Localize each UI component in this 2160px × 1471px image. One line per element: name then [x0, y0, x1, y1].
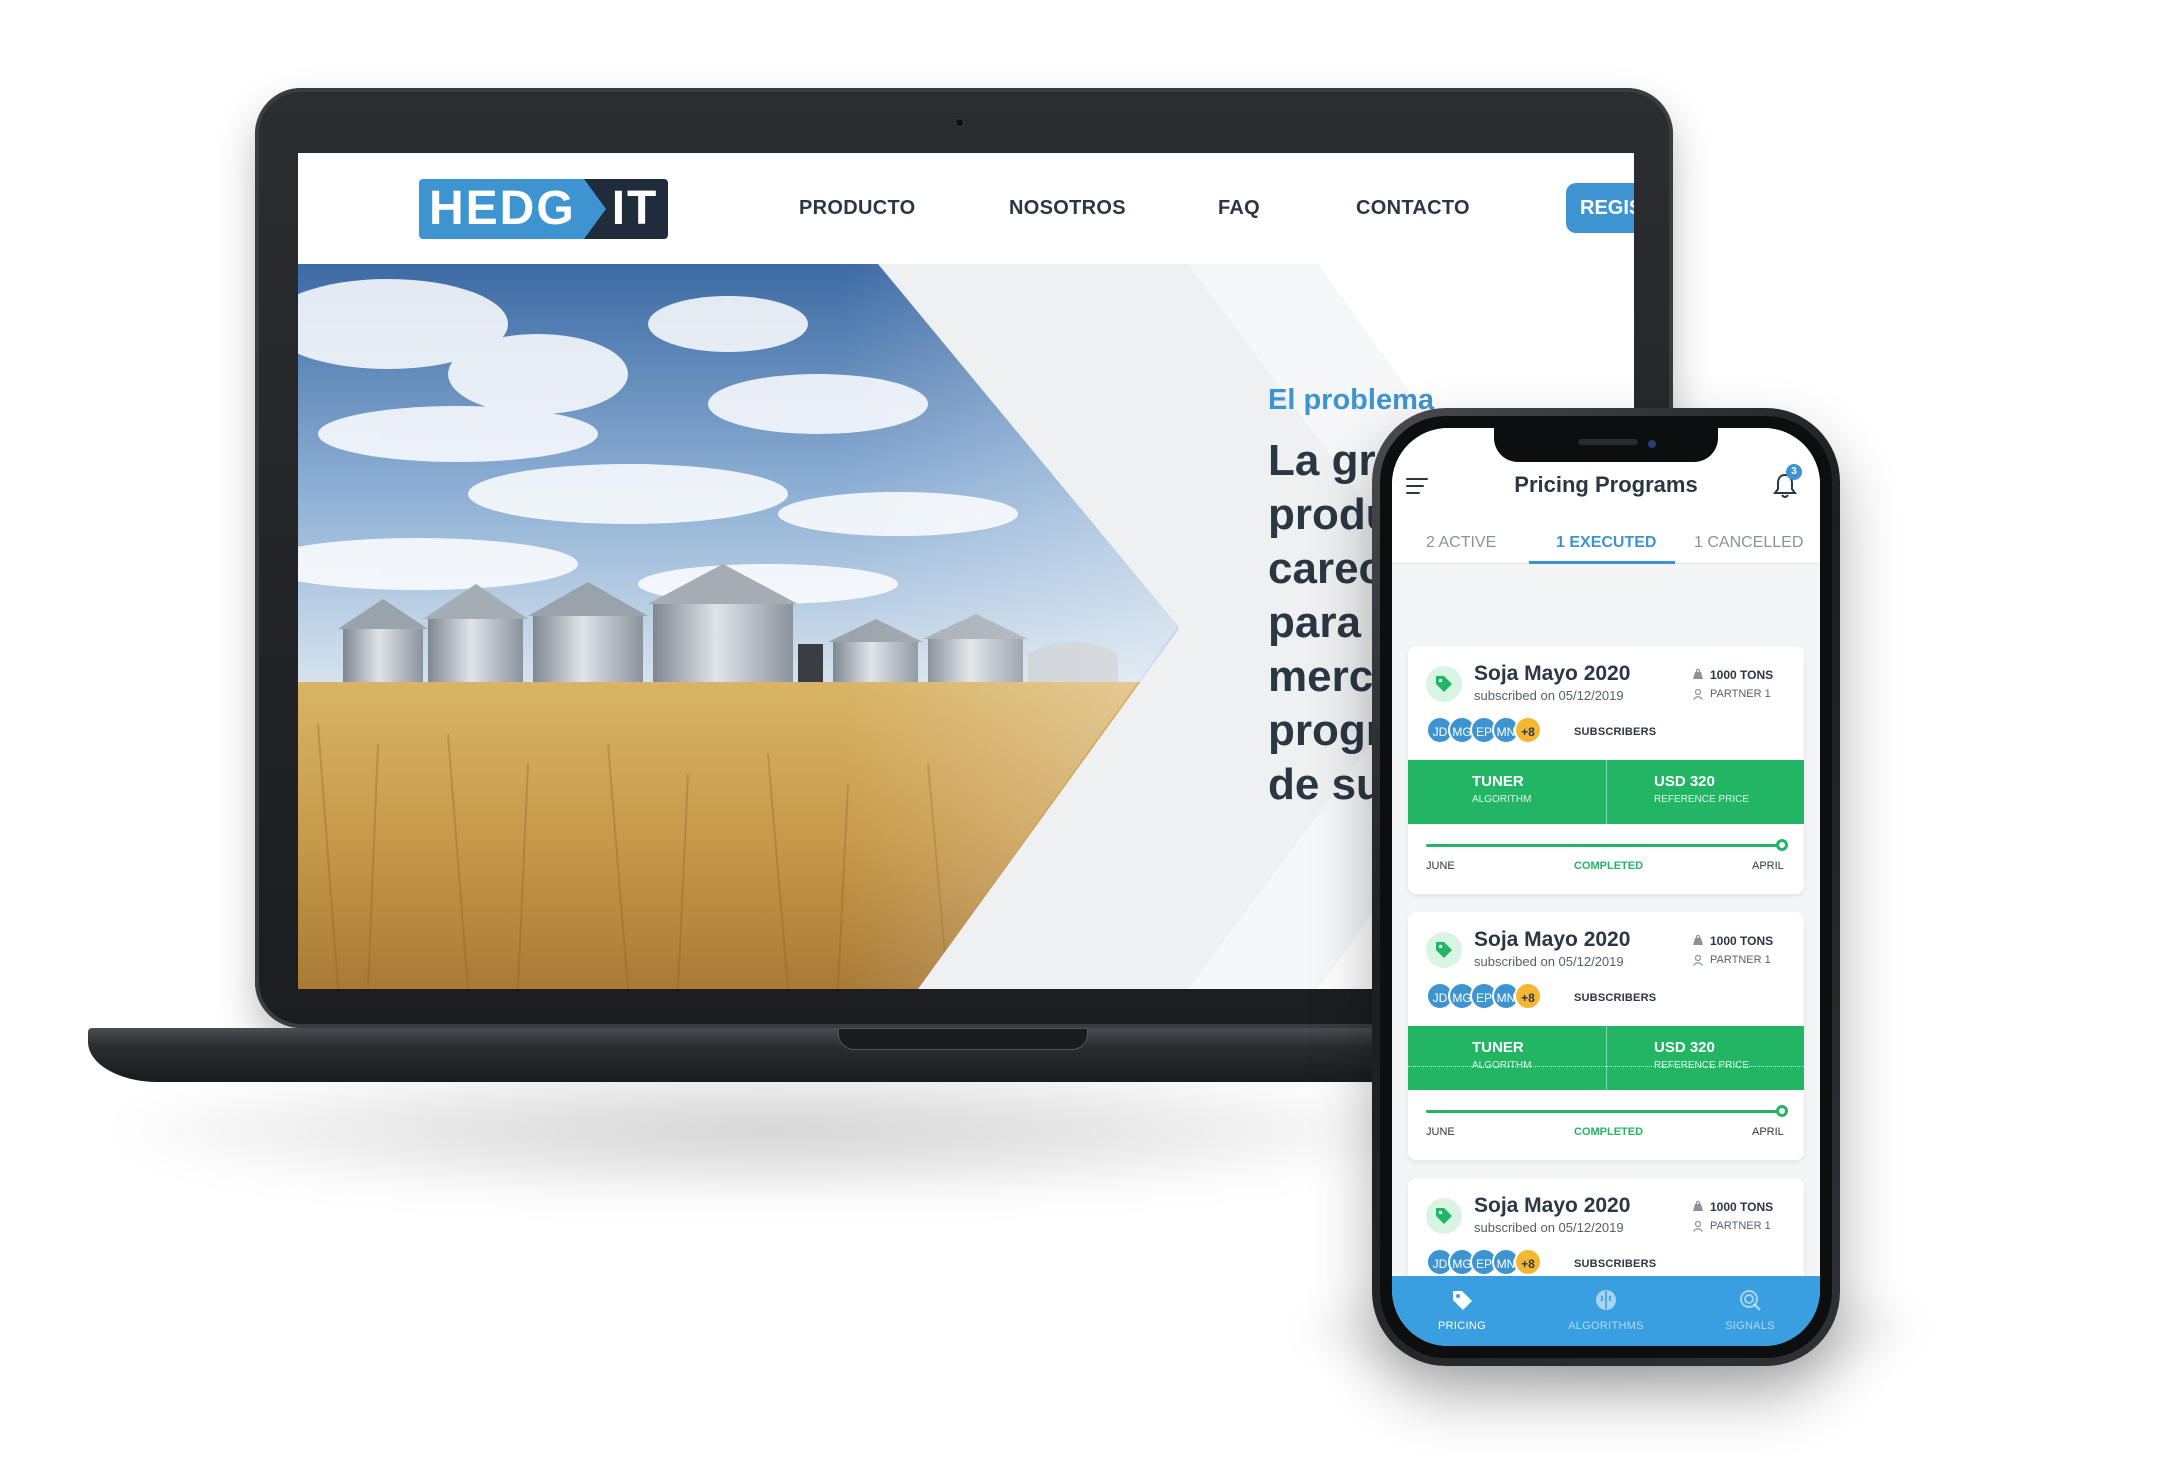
bottom-nav-pricing[interactable]: PRICING: [1392, 1276, 1532, 1346]
program-partner: PARTNER 1: [1710, 954, 1771, 966]
hero-kicker: El problema: [1268, 384, 1434, 416]
tab-underline: [1529, 561, 1675, 564]
laptop-camera: [955, 118, 964, 127]
weight-icon: [1693, 1200, 1703, 1211]
logo-text-left: HEDG: [419, 179, 584, 239]
site-logo[interactable]: HEDG IT: [419, 179, 669, 239]
tag-icon: [1426, 1198, 1462, 1234]
program-subscribed-date: subscribed on 05/12/2019: [1474, 1220, 1624, 1235]
mockup-stage: HEDG IT PRODUCTO NOSOTROS FAQ CONTACTO R…: [0, 0, 2160, 1471]
progress-status-label: COMPLETED: [1574, 1126, 1644, 1138]
program-card[interactable]: Soja Mayo 2020 subscribed on 05/12/2019 …: [1408, 646, 1804, 894]
progress-start-label: JUNE: [1426, 1126, 1455, 1138]
app-title: Pricing Programs: [1514, 472, 1698, 497]
bottom-nav: PRICING ALGORITHMS SIGNALS: [1392, 1276, 1820, 1346]
bottom-nav-label: ALGORITHMS: [1568, 1320, 1644, 1332]
program-tons: 1000 TONS: [1710, 934, 1774, 948]
tag-icon: [1426, 666, 1462, 702]
logo-text-right: IT: [605, 179, 669, 239]
tab-active[interactable]: 2 ACTIVE: [1426, 534, 1496, 552]
subscribers-label: SUBSCRIBERS: [1574, 726, 1657, 738]
more-subscribers-badge: +8: [1514, 1248, 1542, 1276]
reference-price-label: REFERENCE PRICE: [1654, 794, 1750, 805]
reference-price-value: USD 320: [1654, 1039, 1715, 1056]
user-icon: [1693, 954, 1703, 966]
nav-producto[interactable]: PRODUCTO: [799, 197, 915, 220]
laptop-base: [88, 1028, 1568, 1082]
algorithm-value: TUNER: [1472, 773, 1524, 790]
register-button[interactable]: REGIS: [1566, 183, 1634, 233]
program-tons: 1000 TONS: [1710, 1200, 1774, 1214]
bottom-nav-label: PRICING: [1438, 1320, 1486, 1332]
more-subscribers-badge: +8: [1514, 716, 1542, 744]
nav-faq[interactable]: FAQ: [1218, 197, 1260, 220]
nav-nosotros[interactable]: NOSOTROS: [1009, 197, 1126, 220]
phone-notch: [1494, 428, 1718, 462]
program-summary-band: TUNER ALGORITHM USD 320 REFERENCE PRICE: [1408, 1026, 1804, 1090]
progress-end-dot: [1776, 839, 1788, 851]
band-divider: [1606, 760, 1607, 824]
brain-icon: [1596, 1290, 1616, 1310]
program-title: Soja Mayo 2020: [1474, 662, 1631, 685]
phone-speaker: [1578, 439, 1638, 445]
weight-icon: [1693, 934, 1703, 945]
tab-executed[interactable]: 1 EXECUTED: [1556, 534, 1656, 552]
program-subscribed-date: subscribed on 05/12/2019: [1474, 954, 1624, 969]
progress-start-label: JUNE: [1426, 860, 1455, 872]
bottom-nav-signals[interactable]: SIGNALS: [1680, 1276, 1820, 1346]
progress-status-label: COMPLETED: [1574, 860, 1644, 872]
algorithm-label: ALGORITHM: [1472, 794, 1532, 805]
reference-price-label: REFERENCE PRICE: [1654, 1060, 1750, 1071]
phone-camera: [1648, 440, 1656, 448]
tag-icon: [1426, 932, 1462, 968]
program-summary-band: TUNER ALGORITHM USD 320 REFERENCE PRICE: [1408, 760, 1804, 824]
site-header: HEDG IT PRODUCTO NOSOTROS FAQ CONTACTO R…: [298, 153, 1634, 264]
subscribers-label: SUBSCRIBERS: [1574, 1258, 1657, 1270]
program-subscribed-date: subscribed on 05/12/2019: [1474, 688, 1624, 703]
user-icon: [1693, 688, 1703, 700]
tag-icon: [1453, 1291, 1472, 1310]
logo-arrow-icon: [583, 179, 606, 239]
progress-track: [1426, 844, 1782, 847]
algorithm-value: TUNER: [1472, 1039, 1524, 1056]
program-tons: 1000 TONS: [1710, 668, 1774, 682]
weight-icon: [1693, 668, 1703, 679]
bottom-nav-label: SIGNALS: [1725, 1320, 1775, 1332]
progress-end-dot: [1776, 1105, 1788, 1117]
band-divider: [1606, 1026, 1607, 1090]
program-card[interactable]: Soja Mayo 2020 subscribed on 05/12/2019 …: [1408, 912, 1804, 1160]
notification-badge: 3: [1786, 464, 1802, 480]
program-title: Soja Mayo 2020: [1474, 1194, 1631, 1217]
phone-screen: Pricing Programs 3 2 ACTIVE 1 EXECUTED 1…: [1392, 428, 1820, 1346]
bottom-nav-algorithms[interactable]: ALGORITHMS: [1536, 1276, 1676, 1346]
progress-track: [1426, 1110, 1782, 1113]
progress-end-label: APRIL: [1752, 860, 1784, 872]
program-title: Soja Mayo 2020: [1474, 928, 1631, 951]
reference-price-value: USD 320: [1654, 773, 1715, 790]
nav-contacto[interactable]: CONTACTO: [1356, 197, 1470, 220]
algorithm-label: ALGORITHM: [1472, 1060, 1532, 1071]
program-partner: PARTNER 1: [1710, 1220, 1771, 1232]
user-icon: [1693, 1220, 1703, 1232]
progress-end-label: APRIL: [1752, 1126, 1784, 1138]
more-subscribers-badge: +8: [1514, 982, 1542, 1010]
tab-cancelled[interactable]: 1 CANCELLED: [1694, 534, 1803, 552]
laptop-trackpad-notch: [838, 1028, 1088, 1050]
signal-icon: [1740, 1290, 1761, 1311]
subscribers-label: SUBSCRIBERS: [1574, 992, 1657, 1004]
program-partner: PARTNER 1: [1710, 688, 1771, 700]
